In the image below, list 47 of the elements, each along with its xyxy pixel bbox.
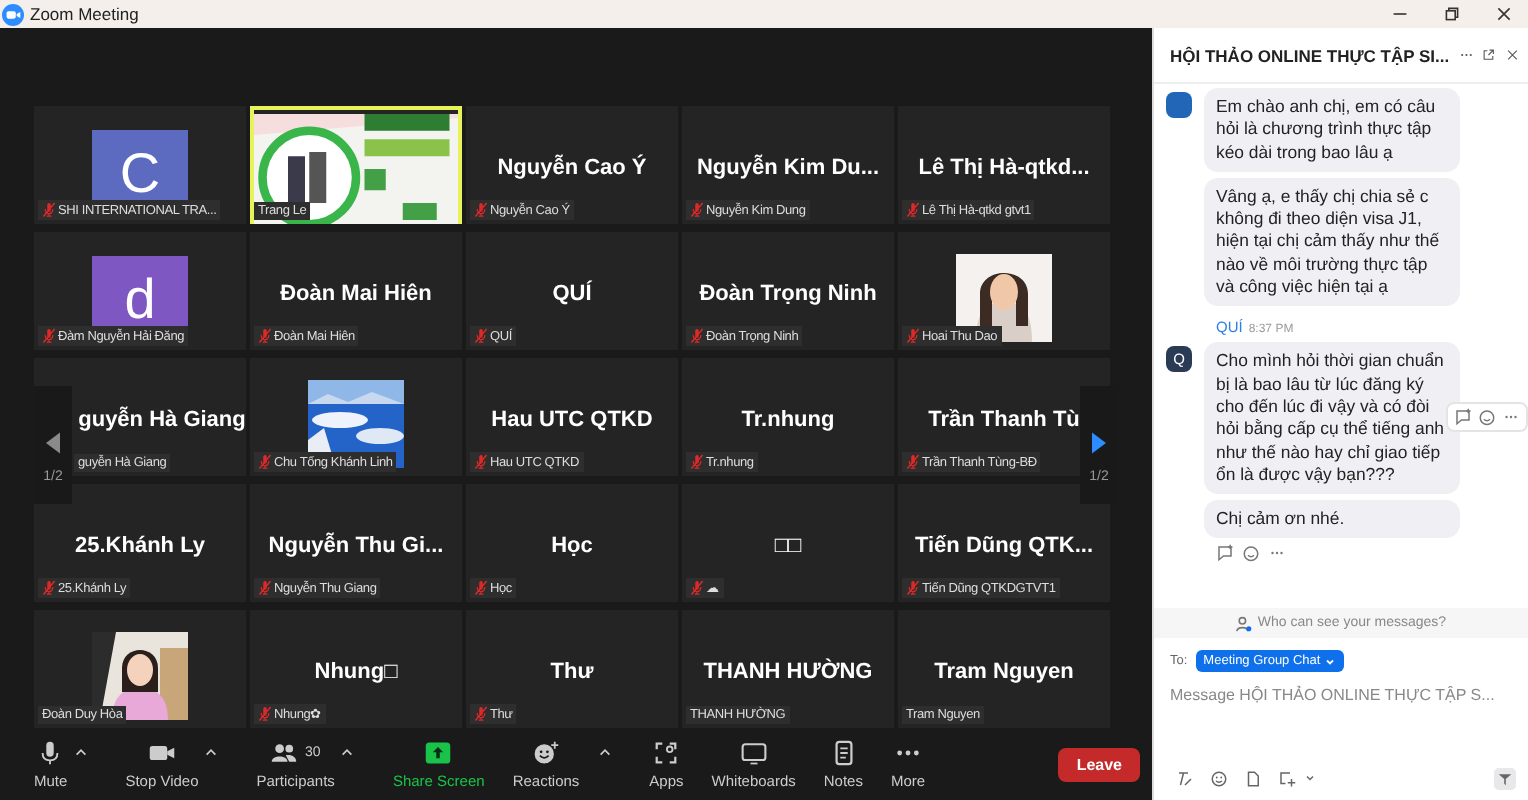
format-icon[interactable] (1176, 769, 1194, 787)
message-bubble: Cho mình hỏi thời gian chuẩn bị là bao lâu từ lúc đăng ký cho đến lúc đi vậy và có đòi hỏi bằng cấp cụ thể tiếng anh như thế nào hay chỉ giao tiếp ổn là được vậy bạn??? (1204, 342, 1460, 495)
participant-name: THANH HƯỜNG (703, 659, 873, 683)
file-icon[interactable] (1244, 769, 1262, 787)
people-icon (270, 739, 299, 765)
message-bubble: Em chào anh chị, em có câu hỏi là chương trình thực tập kéo dài trong bao lâu ạ (1204, 88, 1460, 172)
participant-name: Nhung□ (314, 659, 398, 683)
participant-name: QUÍ (552, 281, 592, 305)
participant-name: Nguyễn Cao Ý (497, 155, 647, 179)
leave-button[interactable]: Leave (1058, 747, 1140, 781)
message-bubble: Vâng ạ, e thấy chị chia sẻ c không đi theo diện visa J1, hiện tại chị cảm thấy như thế nào về môi trường thực tập và công việc hiện tại ạ (1204, 177, 1460, 307)
pop-out-icon[interactable] (1482, 46, 1496, 64)
emoji-icon[interactable] (1478, 408, 1496, 427)
zoom-logo-icon (2, 3, 24, 25)
participant-name: Đoàn Trọng Ninh (699, 281, 877, 305)
participant-name: Thư (550, 659, 594, 683)
message-bubble: Chị cảm ơn nhé. (1204, 500, 1460, 539)
participant-name: Học (551, 533, 593, 557)
participant-name: Trần Thanh Tù (928, 407, 1080, 431)
participant-name: Nguyễn Thu Gi... (268, 533, 444, 557)
reply-icon[interactable] (1454, 408, 1472, 427)
emoji-plus-icon (531, 739, 560, 765)
reply-icon[interactable] (1216, 544, 1234, 563)
notes-icon (829, 739, 858, 765)
emoji-icon[interactable] (1210, 769, 1228, 787)
participant-name: Tr.nhung (741, 407, 835, 431)
participant-name: Hau UTC QTKD (491, 407, 653, 431)
window-title: Zoom Meeting (30, 4, 139, 24)
share-screen-icon (424, 739, 453, 765)
send-icon[interactable] (1494, 767, 1516, 789)
participant-name: guyễn Hà Giang (78, 407, 246, 431)
whiteboard-icon (739, 739, 768, 765)
participant-name: Lê Thị Hà-qtkd... (918, 155, 1090, 179)
chat-title: HỘI THẢO ONLINE THỰC TẬP SI... (1170, 45, 1450, 65)
participant-name: Nguyễn Kim Du... (696, 155, 880, 179)
restore-icon[interactable] (1444, 6, 1460, 22)
emoji-icon[interactable] (1242, 544, 1260, 563)
caret-icon (1324, 655, 1337, 667)
participant-name: Tram Nguyen (934, 659, 1074, 683)
participant-name: Đoàn Mai Hiên (280, 281, 432, 305)
person-icon (1235, 615, 1252, 631)
participant-name: 25.Khánh Ly (75, 533, 205, 557)
participant-name: Tiến Dũng QTK... (914, 533, 1093, 557)
screenshot-icon[interactable] (1278, 769, 1296, 787)
close-icon[interactable] (1496, 6, 1512, 22)
apps-icon (652, 739, 681, 765)
participant-name: □□ (774, 533, 802, 557)
